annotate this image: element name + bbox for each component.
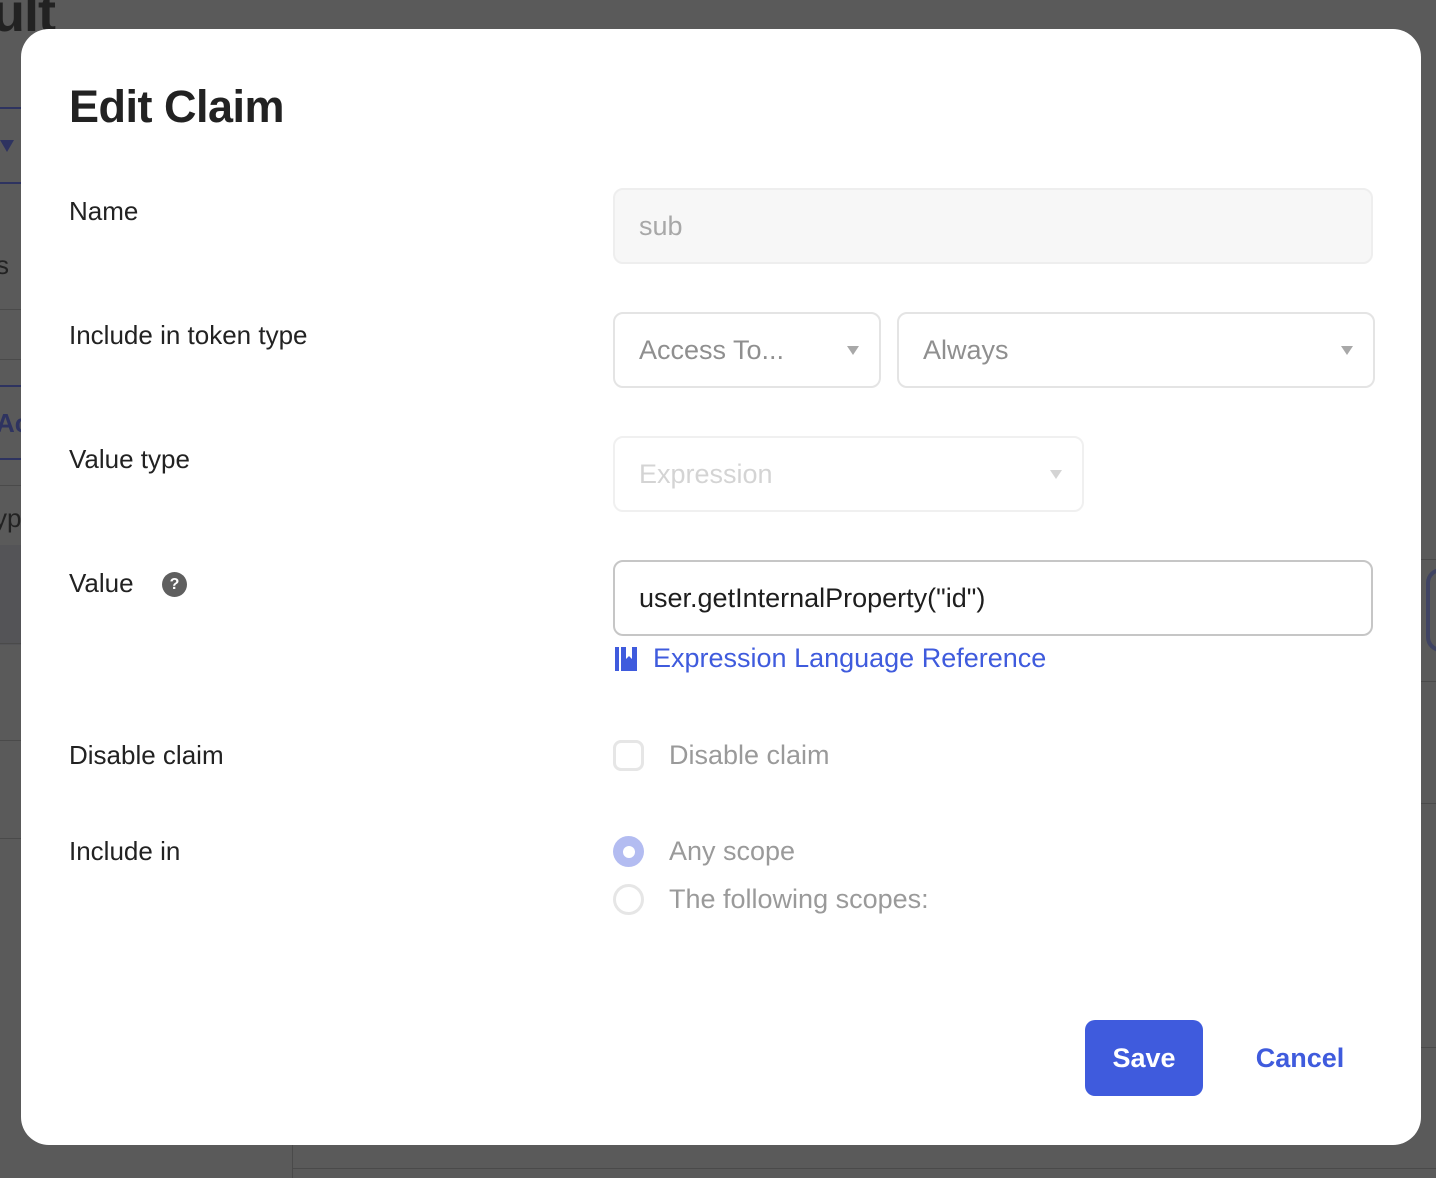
background-divider xyxy=(1421,559,1436,560)
chevron-down-icon xyxy=(1050,470,1062,479)
background-text: yp xyxy=(0,503,22,533)
book-icon xyxy=(615,646,637,671)
edit-claim-dialog: Edit Claim Name sub Include in token typ… xyxy=(21,29,1421,1145)
background-divider xyxy=(1421,681,1436,682)
background-divider xyxy=(0,740,22,741)
background-divider xyxy=(0,385,22,387)
background-divider xyxy=(1421,803,1436,804)
name-label: Name xyxy=(69,196,139,226)
radio-selected-dot xyxy=(622,845,635,858)
background-row xyxy=(0,545,22,645)
background-button xyxy=(1426,568,1436,652)
disable-claim-label: Disable claim xyxy=(69,740,224,770)
following-scopes-label[interactable]: The following scopes: xyxy=(669,884,929,915)
name-value: sub xyxy=(639,210,683,241)
expression-language-reference-link[interactable]: Expression Language Reference xyxy=(615,643,1046,674)
help-icon[interactable]: ? xyxy=(162,572,187,597)
background-divider xyxy=(292,1168,1436,1169)
dialog-title: Edit Claim xyxy=(69,81,285,132)
background-divider xyxy=(0,107,22,109)
value-label: Value xyxy=(69,568,134,598)
background-divider xyxy=(0,182,22,184)
value-text: user.getInternalProperty("id") xyxy=(639,582,986,613)
token-condition-select[interactable]: Always xyxy=(897,312,1375,388)
background-divider xyxy=(0,359,22,360)
background-divider xyxy=(292,1140,293,1178)
any-scope-radio[interactable] xyxy=(613,836,644,867)
background-divider xyxy=(0,838,22,839)
any-scope-label[interactable]: Any scope xyxy=(669,836,795,867)
background-dropdown-arrow-icon xyxy=(0,140,14,152)
background-divider xyxy=(0,309,22,310)
disable-claim-checkbox-label[interactable]: Disable claim xyxy=(669,740,830,771)
background-divider xyxy=(0,485,22,486)
token-condition-selected: Always xyxy=(923,334,1009,365)
reference-link-text: Expression Language Reference xyxy=(653,643,1047,673)
value-type-select[interactable]: Expression xyxy=(613,436,1084,512)
token-type-selected: Access To... xyxy=(639,334,785,365)
following-scopes-radio[interactable] xyxy=(613,884,644,915)
include-in-label: Include in xyxy=(69,836,181,866)
value-type-selected: Expression xyxy=(639,458,773,489)
value-input[interactable]: user.getInternalProperty("id") xyxy=(613,560,1373,636)
cancel-button[interactable]: Cancel xyxy=(1237,1020,1363,1096)
name-input[interactable]: sub xyxy=(613,188,1373,264)
token-type-select[interactable]: Access To... xyxy=(613,312,881,388)
disable-claim-checkbox[interactable] xyxy=(613,740,644,771)
background-text: s xyxy=(0,250,9,280)
value-type-label: Value type xyxy=(69,444,190,474)
background-divider xyxy=(0,643,22,644)
background-divider xyxy=(1421,1047,1436,1048)
background-divider xyxy=(0,458,22,460)
save-button[interactable]: Save xyxy=(1085,1020,1203,1096)
chevron-down-icon xyxy=(1341,346,1353,355)
chevron-down-icon xyxy=(847,346,859,355)
token-type-label: Include in token type xyxy=(69,320,308,350)
